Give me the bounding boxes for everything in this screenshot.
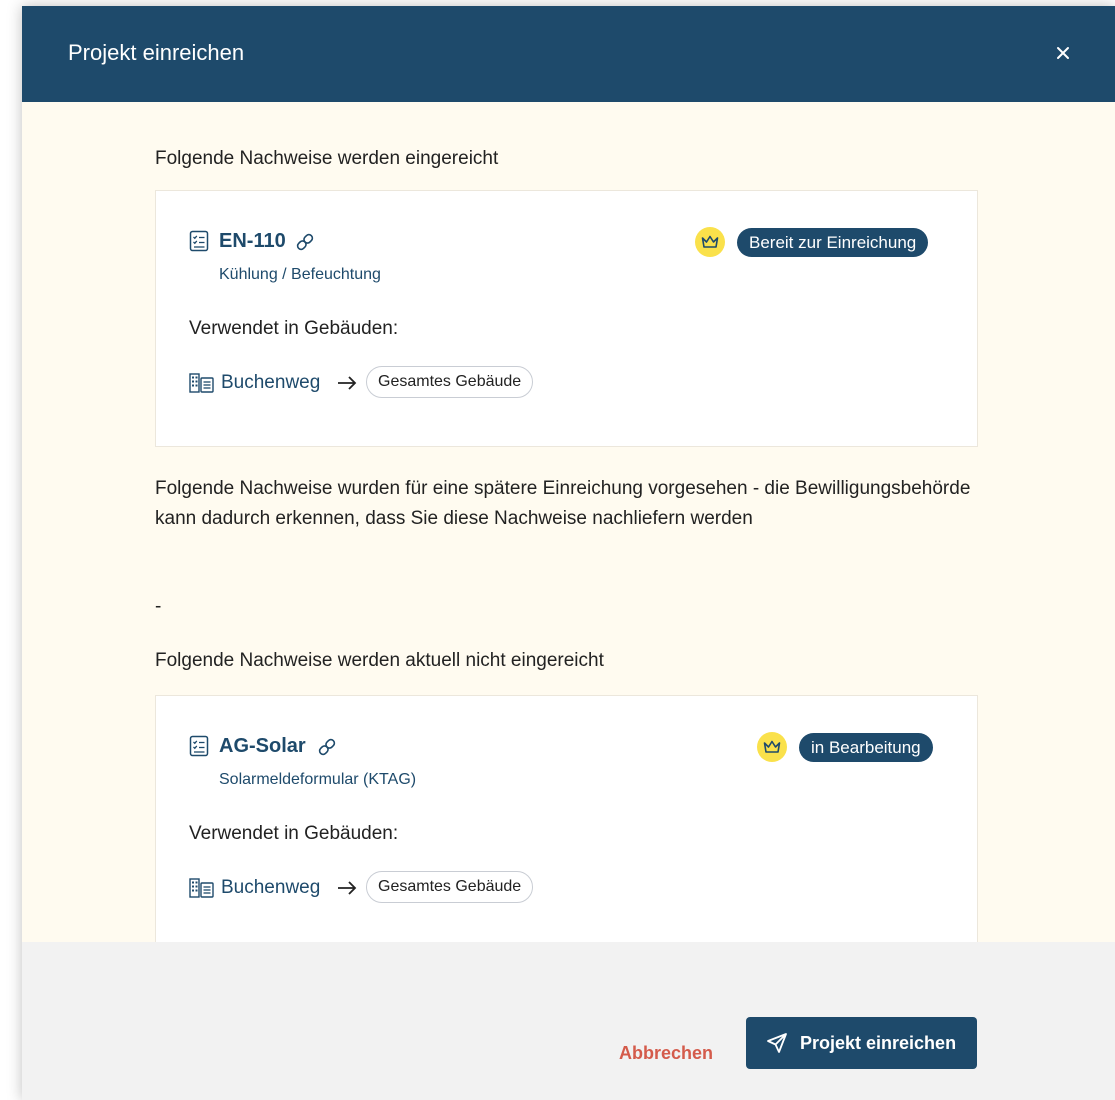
status-badge: Bereit zur Einreichung	[737, 228, 929, 257]
submit-project-button[interactable]: Projekt einreichen	[746, 1017, 977, 1069]
building-icon	[189, 373, 214, 393]
used-in-buildings-label: Verwendet in Gebäuden:	[189, 318, 399, 339]
submit-project-label: Projekt einreichen	[800, 1033, 957, 1053]
dialog-footer: Abbrechen Projekt einreichen	[22, 942, 1115, 1100]
close-icon	[1057, 47, 1069, 59]
later-submission-heading: Folgende Nachweise wurden für eine späte…	[155, 478, 971, 529]
crown-badge	[695, 227, 725, 257]
submitted-heading: Folgende Nachweise werden eingereicht	[155, 148, 499, 169]
link-icon[interactable]	[317, 737, 337, 757]
close-button[interactable]	[1046, 36, 1080, 70]
link-icon[interactable]	[295, 232, 315, 252]
not-submitted-heading: Folgende Nachweise werden aktuell nicht …	[155, 650, 604, 671]
proof-card-en-110: EN-110 Kühlung / Befeuchtung Bereit zur …	[155, 190, 978, 447]
dialog-header: Projekt einreichen	[22, 6, 1115, 102]
cancel-button[interactable]: Abbrechen	[619, 1041, 713, 1065]
later-submission-empty: -	[155, 596, 162, 617]
dialog-body: Folgende Nachweise werden eingereicht EN…	[22, 102, 1115, 952]
building-link[interactable]: Buchenweg	[221, 874, 320, 902]
crown-icon	[763, 740, 781, 753]
building-scope-tag: Gesamtes Gebäude	[366, 871, 534, 903]
proof-subtitle: Solarmeldeformular (KTAG)	[219, 771, 417, 788]
send-icon	[767, 1033, 787, 1053]
crown-icon	[701, 235, 719, 248]
proof-subtitle: Kühlung / Befeuchtung	[219, 266, 381, 283]
proof-code-link[interactable]: AG-Solar	[219, 732, 306, 760]
building-scope-tag: Gesamtes Gebäude	[366, 366, 534, 398]
dialog-title: Projekt einreichen	[68, 40, 245, 65]
building-icon	[189, 878, 214, 898]
document-checklist-icon	[189, 735, 209, 757]
proof-card-ag-solar: AG-Solar Solarmeldeformular (KTAG) in Be…	[155, 695, 978, 952]
building-link[interactable]: Buchenweg	[221, 369, 320, 397]
arrow-right-icon	[338, 376, 357, 390]
arrow-right-icon	[338, 881, 357, 895]
submit-project-dialog: Projekt einreichen Folgende Nachweise we…	[22, 6, 1115, 1100]
document-checklist-icon	[189, 230, 209, 252]
crown-badge	[757, 732, 787, 762]
status-badge: in Bearbeitung	[799, 733, 933, 762]
used-in-buildings-label: Verwendet in Gebäuden:	[189, 823, 399, 844]
proof-code-link[interactable]: EN-110	[219, 227, 286, 255]
